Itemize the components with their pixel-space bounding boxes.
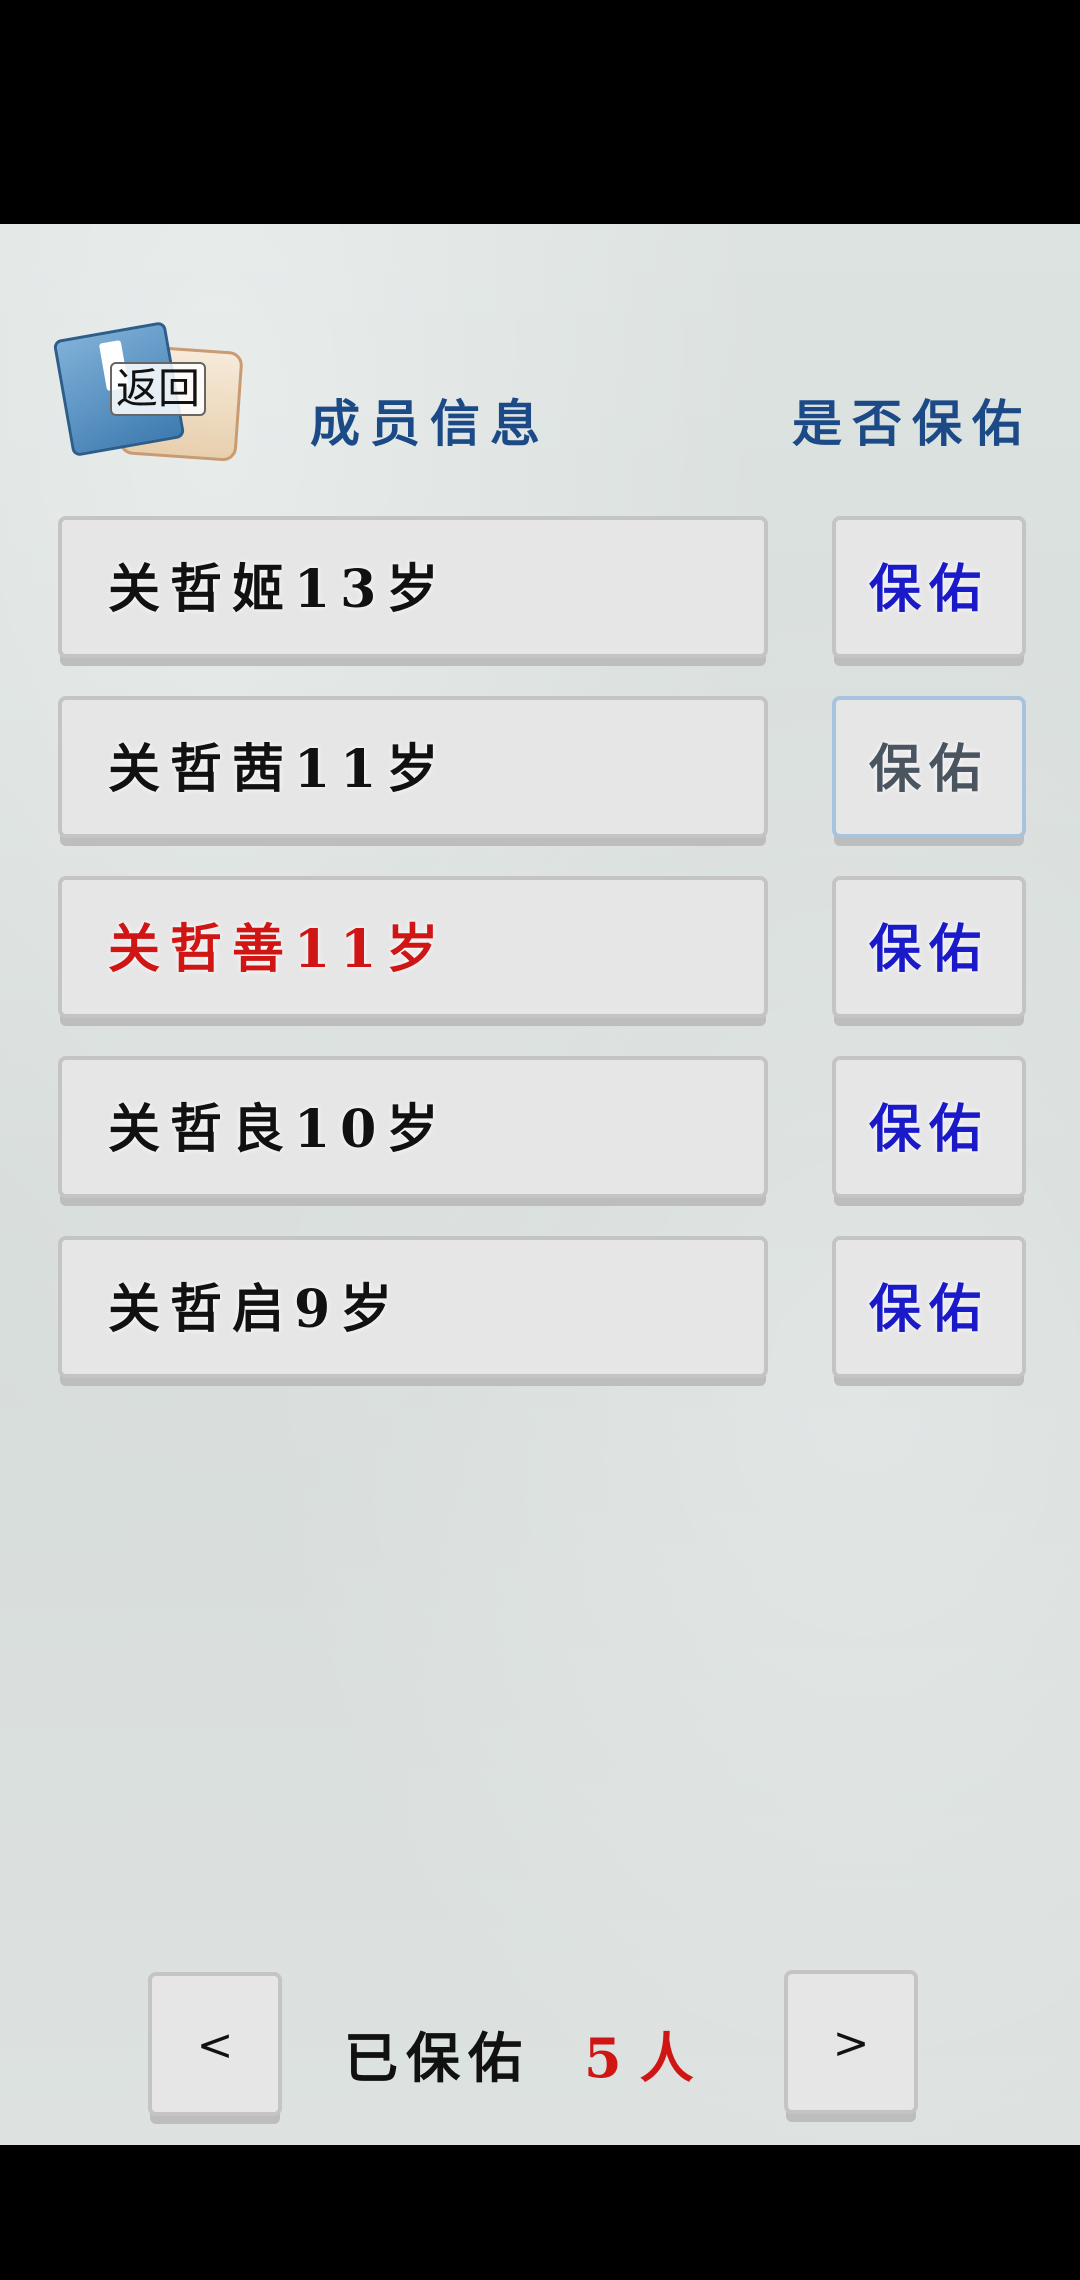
protect-status-header: 是否保佑 [792, 394, 1032, 453]
prev-label: < [196, 2020, 234, 2071]
status-bar-area [0, 0, 1080, 224]
protect-button-1[interactable]: 保佑 [832, 516, 1026, 658]
next-page-button[interactable]: > [784, 1970, 918, 2114]
protect-button-label-3: 保佑 [868, 919, 989, 980]
member-row-2: 关哲茜11岁 [58, 696, 768, 838]
prev-page-button[interactable]: < [148, 1972, 282, 2116]
next-label: > [832, 2018, 870, 2069]
member-row-3: 关哲善11岁 [58, 876, 768, 1018]
protected-count: 5人 [584, 2014, 712, 2093]
back-button[interactable]: 返回 [52, 312, 244, 462]
navigation-bar-area [0, 2145, 1080, 2280]
member-info-header: 成员信息 [310, 394, 550, 453]
member-name-2: 关哲茜11岁 [108, 739, 449, 800]
member-name-5: 关哲启9岁 [108, 1279, 403, 1340]
protect-button-label-4: 保佑 [868, 1099, 989, 1160]
protect-button-4[interactable]: 保佑 [832, 1056, 1026, 1198]
protect-button-5[interactable]: 保佑 [832, 1236, 1026, 1378]
back-label: 返回 [110, 362, 207, 416]
protected-count-unit: 人 [639, 2026, 712, 2090]
protect-button-2[interactable]: 保佑 [832, 696, 1026, 838]
protected-summary-label: 已保佑 [344, 2026, 530, 2090]
protected-count-value: 5 [584, 2026, 640, 2090]
member-name-4: 关哲良10岁 [108, 1099, 449, 1160]
protect-button-3[interactable]: 保佑 [832, 876, 1026, 1018]
member-row-4: 关哲良10岁 [58, 1056, 768, 1198]
member-name-3: 关哲善11岁 [108, 919, 449, 980]
protect-button-label-1: 保佑 [868, 559, 989, 620]
protect-button-label-2: 保佑 [868, 739, 989, 800]
main-screen: 返回 成员信息 是否保佑 关哲姬13岁 保佑 关哲茜11岁 保佑 关哲善11岁 … [0, 224, 1080, 2145]
member-name-1: 关哲姬13岁 [108, 559, 449, 620]
protect-button-label-5: 保佑 [868, 1279, 989, 1340]
member-row-5: 关哲启9岁 [58, 1236, 768, 1378]
member-row-1: 关哲姬13岁 [58, 516, 768, 658]
